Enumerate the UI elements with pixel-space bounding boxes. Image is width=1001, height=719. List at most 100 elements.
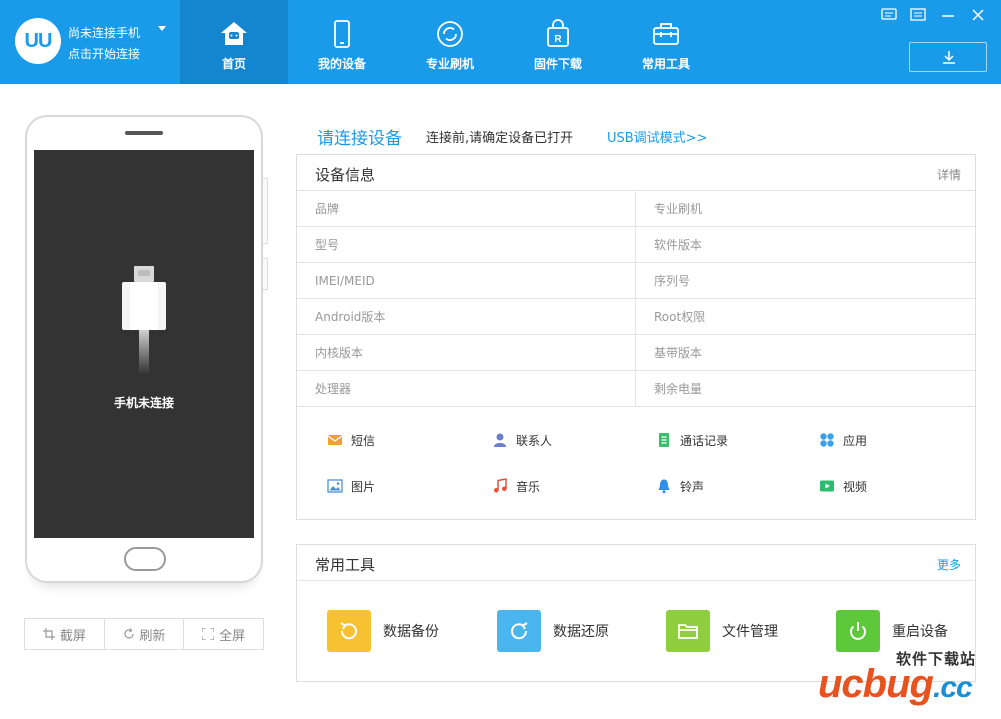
restore-tool-label: 数据还原: [553, 624, 609, 640]
category-pictures-label: 图片: [351, 479, 376, 494]
file-manager-tool[interactable]: 文件管理: [666, 609, 778, 653]
info-row: 品牌 专业刷机: [297, 191, 975, 227]
connect-title: 请连接设备: [317, 129, 402, 149]
category-ringtones-label: 铃声: [680, 479, 705, 494]
svg-text:R: R: [554, 34, 562, 45]
category-contacts[interactable]: 联系人: [492, 430, 552, 450]
category-music[interactable]: 音乐: [492, 476, 540, 496]
reboot-tool-label: 重启设备: [892, 624, 948, 640]
info-label: 处理器: [297, 371, 636, 407]
file-manager-tool-label: 文件管理: [722, 624, 778, 640]
phone-preview: 手机未连接: [25, 115, 263, 583]
phone-status-text: 手机未连接: [113, 396, 174, 410]
phone-side-button: [263, 258, 268, 290]
tools-title: 常用工具: [315, 556, 376, 574]
title-bar: UU 尚未连接手机 点击开始连接 首页 我的设备 专业刷机 R 固件下载 常用工…: [0, 0, 1001, 84]
download-icon: [943, 51, 955, 64]
restore-tool[interactable]: 数据还原: [497, 609, 609, 653]
info-label: 专业刷机: [654, 202, 703, 216]
chevron-down-icon[interactable]: [158, 26, 166, 31]
crop-icon: [42, 628, 55, 640]
info-row: 处理器 剩余电量: [297, 371, 975, 407]
power-icon: [836, 610, 880, 652]
tab-firmware-download[interactable]: R 固件下载: [504, 0, 612, 84]
category-sms-label: 短信: [351, 433, 376, 448]
screenshot-button[interactable]: 截屏: [25, 619, 105, 649]
info-label: 序列号: [654, 274, 691, 288]
device-info-title: 设备信息: [315, 166, 376, 184]
usb-debug-link[interactable]: USB调试模式>>: [607, 127, 707, 146]
tab-common-tools-label: 常用工具: [641, 57, 690, 71]
feedback-icon[interactable]: [881, 8, 897, 22]
bell-icon: [658, 479, 670, 494]
device-info-header: 设备信息 详情: [297, 155, 975, 191]
contact-icon: [494, 433, 506, 447]
category-apps[interactable]: 应用: [819, 430, 867, 450]
phone-icon: [334, 20, 350, 48]
tab-home[interactable]: 首页: [180, 0, 288, 84]
category-call-log[interactable]: 通话记录: [656, 430, 728, 450]
fullscreen-label: 全屏: [219, 628, 246, 644]
download-button[interactable]: [909, 42, 987, 72]
category-contacts-label: 联系人: [516, 433, 553, 448]
category-videos[interactable]: 视频: [819, 476, 867, 496]
info-label: 基带版本: [654, 346, 703, 360]
tab-pro-flash-label: 专业刷机: [425, 57, 474, 71]
apps-icon: [820, 433, 834, 447]
device-info-details-link[interactable]: 详情: [937, 166, 961, 183]
flash-icon: [437, 21, 463, 47]
refresh-button[interactable]: 刷新: [105, 619, 185, 649]
info-label: Android版本: [297, 299, 636, 335]
connect-hint: 连接前,请确定设备已打开: [426, 131, 574, 146]
tab-my-device[interactable]: 我的设备: [288, 0, 396, 84]
close-icon[interactable]: [970, 8, 986, 22]
info-row: 内核版本 基带版本: [297, 335, 975, 371]
toolbox-icon: [653, 23, 679, 45]
home-icon: [221, 22, 247, 45]
watermark-brand: ucbug: [818, 662, 934, 706]
reboot-tool[interactable]: 重启设备: [836, 609, 948, 653]
info-label: 剩余电量: [654, 382, 703, 396]
tab-my-device-label: 我的设备: [317, 57, 366, 71]
menu-icon[interactable]: [910, 8, 926, 22]
category-call-log-label: 通话记录: [680, 433, 729, 448]
picture-icon: [327, 479, 343, 493]
usb-cable-icon: [122, 266, 166, 374]
category-sms[interactable]: 短信: [327, 430, 375, 450]
category-pictures[interactable]: 图片: [327, 476, 375, 496]
tab-common-tools[interactable]: 常用工具: [612, 0, 720, 84]
category-videos-label: 视频: [843, 479, 868, 494]
category-ringtones[interactable]: 铃声: [656, 476, 704, 496]
tab-firmware-download-label: 固件下载: [533, 57, 582, 71]
category-music-label: 音乐: [516, 479, 541, 494]
fullscreen-button[interactable]: 全屏: [184, 619, 263, 649]
backup-tool-label: 数据备份: [383, 624, 439, 640]
category-apps-label: 应用: [843, 433, 868, 448]
firmware-bag-icon: R: [547, 19, 569, 47]
phone-side-button: [263, 178, 268, 244]
video-icon: [820, 480, 834, 492]
info-label: Root权限: [654, 310, 706, 324]
info-label: 软件版本: [654, 238, 703, 252]
app-logo[interactable]: UU: [15, 18, 61, 64]
tools-header: 常用工具 更多: [297, 545, 975, 581]
connection-title[interactable]: 尚未连接手机: [68, 24, 140, 41]
backup-tool[interactable]: 数据备份: [327, 609, 439, 653]
info-label: 内核版本: [297, 335, 636, 371]
watermark-logo: ucbug.cc: [818, 662, 973, 707]
tools-more-link[interactable]: 更多: [937, 556, 961, 573]
sms-icon: [327, 435, 343, 445]
tab-home-label: 首页: [221, 57, 246, 71]
watermark-suffix: .cc: [932, 671, 973, 704]
info-row: IMEI/MEID 序列号: [297, 263, 975, 299]
music-icon: [494, 478, 507, 493]
info-label: IMEI/MEID: [297, 263, 636, 299]
phone-action-bar: 截屏 刷新 全屏: [24, 618, 264, 650]
minimize-icon[interactable]: [940, 8, 956, 22]
refresh-label: 刷新: [139, 628, 166, 644]
connection-subtitle[interactable]: 点击开始连接: [68, 45, 140, 62]
info-row: 型号 软件版本: [297, 227, 975, 263]
tab-pro-flash[interactable]: 专业刷机: [396, 0, 504, 84]
call-log-icon: [659, 433, 669, 447]
info-label: 型号: [297, 227, 636, 263]
